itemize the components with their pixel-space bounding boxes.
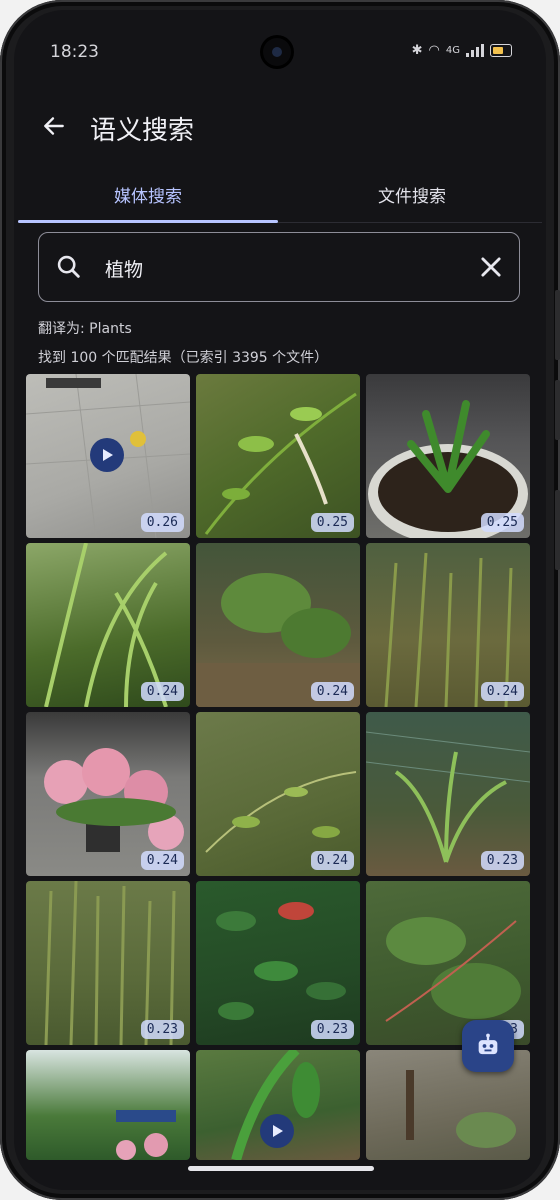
search-box — [38, 232, 520, 302]
results-grid: 0.26 0.25 0.25 0.24 0.24 0.24 0.24 0.24 … — [26, 374, 532, 1174]
translation-text: 翻译为: Plants — [38, 321, 132, 337]
result-tile[interactable]: 0.23 — [26, 881, 190, 1045]
result-tile[interactable]: 0.24 — [26, 543, 190, 707]
battery-icon — [490, 44, 512, 57]
close-icon[interactable] — [477, 253, 505, 281]
result-tile[interactable]: 0.24 — [366, 543, 530, 707]
back-button[interactable] — [34, 106, 74, 146]
similarity-score: 0.24 — [140, 851, 184, 870]
wifi-icon: ◠ — [428, 43, 440, 58]
similarity-score: 0.24 — [310, 682, 354, 701]
similarity-score: 0.24 — [310, 851, 354, 870]
similarity-score: 0.25 — [480, 513, 524, 532]
result-tile[interactable] — [196, 1050, 360, 1160]
volume-down-button — [555, 380, 560, 440]
similarity-score: 0.24 — [480, 682, 524, 701]
result-tile[interactable] — [26, 1050, 190, 1160]
page-title: 语义搜索 — [90, 116, 195, 146]
phone-frame: 18:23 ✱ ◠ 4G 语义搜索 媒体搜索 文件搜索 植物 翻译为: Plan… — [0, 0, 560, 1200]
robot-icon — [478, 1033, 498, 1055]
tab-media-search[interactable]: 媒体搜索 — [18, 166, 278, 222]
tab-indicator — [18, 220, 278, 223]
tab-file-search[interactable]: 文件搜索 — [282, 166, 542, 222]
network-type: 4G — [445, 45, 460, 56]
result-tile[interactable]: 0.24 — [26, 712, 190, 876]
tab-bar: 媒体搜索 文件搜索 — [18, 166, 542, 223]
status-bar: 18:23 ✱ ◠ 4G — [14, 10, 546, 90]
similarity-score: 0.23 — [140, 1020, 184, 1039]
signal-icon — [466, 44, 484, 57]
screen: 18:23 ✱ ◠ 4G 语义搜索 媒体搜索 文件搜索 植物 翻译为: Plan… — [14, 10, 546, 1190]
home-indicator[interactable] — [188, 1166, 374, 1171]
result-tile[interactable]: 0.24 — [196, 543, 360, 707]
similarity-score: 0.24 — [140, 682, 184, 701]
status-time: 18:23 — [50, 42, 99, 62]
power-button — [555, 490, 560, 570]
system-icons: ✱ ◠ 4G — [412, 43, 512, 58]
similarity-score: 0.23 — [480, 851, 524, 870]
front-camera — [263, 38, 291, 66]
play-icon — [260, 1114, 294, 1148]
thumbnail-image — [116, 1110, 176, 1160]
result-tile[interactable]: 0.24 — [196, 712, 360, 876]
search-input[interactable] — [103, 249, 467, 287]
similarity-score: 0.25 — [310, 513, 354, 532]
bluetooth-icon: ✱ — [411, 43, 423, 58]
arrow-left-icon — [44, 117, 64, 135]
similarity-score: 0.23 — [310, 1020, 354, 1039]
result-tile[interactable]: 0.26 — [26, 374, 190, 538]
result-tile[interactable]: 0.25 — [366, 374, 530, 538]
app-bar: 语义搜索 — [14, 98, 546, 158]
similarity-score: 0.26 — [140, 513, 184, 532]
play-icon — [90, 438, 124, 472]
result-tile[interactable]: 0.23 — [196, 881, 360, 1045]
results-summary: 找到 100 个匹配结果（已索引 3395 个文件） — [38, 350, 329, 366]
result-tile[interactable]: 0.25 — [196, 374, 360, 538]
volume-up-button — [555, 290, 560, 360]
result-tile[interactable]: 0.23 — [366, 712, 530, 876]
assistant-fab[interactable] — [462, 1020, 514, 1072]
search-icon — [57, 255, 80, 278]
